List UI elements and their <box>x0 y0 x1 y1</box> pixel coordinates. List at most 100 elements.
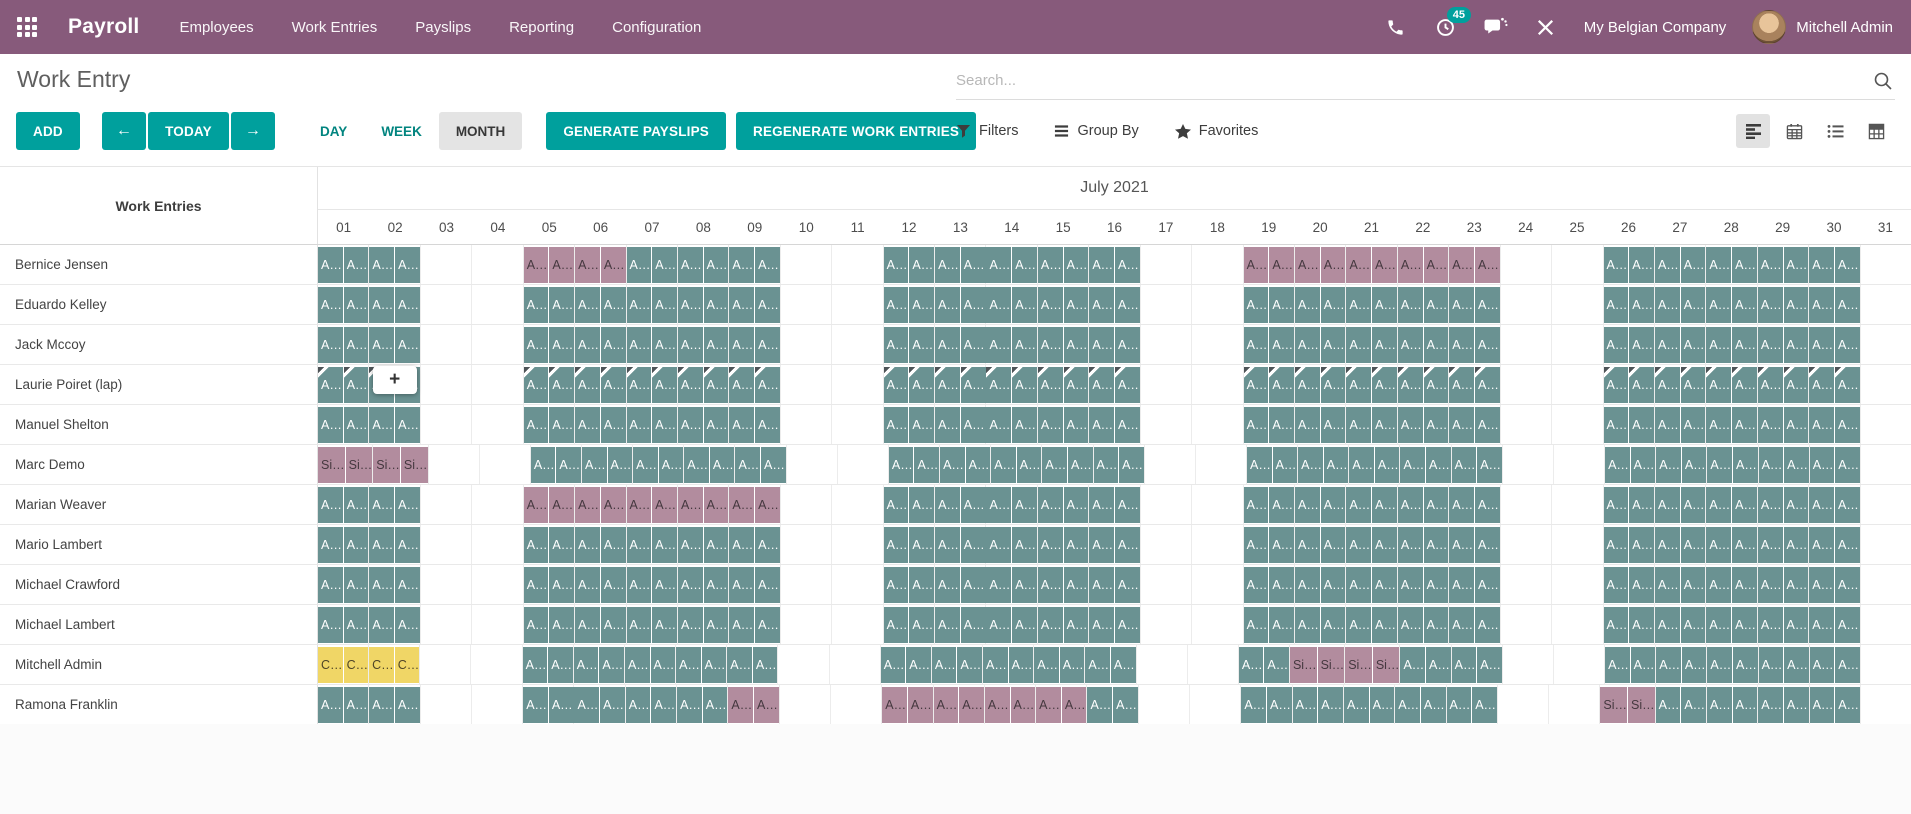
work-entry-pill-attendance_conflict[interactable]: A… <box>1372 367 1397 403</box>
menu-work-entries[interactable]: Work Entries <box>292 19 378 36</box>
work-entry-pill-attendance[interactable]: A… <box>1475 567 1500 603</box>
work-entry-pill-attendance[interactable]: A… <box>1372 527 1397 563</box>
work-entry-pill-attendance_conflict[interactable]: A… <box>1732 367 1757 403</box>
day-cell[interactable]: A…A… <box>1298 445 1349 484</box>
day-cell[interactable] <box>1501 605 1552 644</box>
work-entry-pill-attendance[interactable]: A… <box>935 607 960 643</box>
day-cell[interactable]: A…A… <box>729 525 780 564</box>
work-entry-pill-attendance[interactable]: A… <box>1629 327 1654 363</box>
day-cell[interactable]: A…A… <box>1349 445 1400 484</box>
work-entry-pill-attendance[interactable]: A… <box>1784 287 1809 323</box>
work-entry-pill-attendance[interactable]: A… <box>957 647 982 683</box>
day-cell[interactable] <box>832 525 883 564</box>
work-entry-pill-attendance[interactable]: A… <box>1370 687 1395 723</box>
work-entry-pill-attendance[interactable]: A… <box>1784 407 1809 443</box>
day-cell[interactable] <box>1141 525 1192 564</box>
day-cell[interactable] <box>832 405 883 444</box>
next-arrow-button[interactable]: → <box>231 112 275 150</box>
day-cell[interactable] <box>1861 685 1911 724</box>
work-entry-pill-attendance[interactable]: A… <box>1398 327 1423 363</box>
work-entry-pill-attendance[interactable]: A… <box>704 407 729 443</box>
day-cell[interactable] <box>1137 645 1188 684</box>
work-entry-pill-attendance[interactable]: A… <box>1758 287 1783 323</box>
day-cell[interactable]: A…A… <box>524 245 575 284</box>
work-entry-pill-attendance[interactable]: A… <box>549 287 574 323</box>
work-entry-pill-attendance[interactable]: A… <box>1452 447 1477 483</box>
work-entry-pill-attendance[interactable]: A… <box>884 567 909 603</box>
day-cell[interactable]: A…A… <box>884 365 935 404</box>
work-entry-pill-attendance[interactable]: A… <box>1398 567 1423 603</box>
day-cell[interactable] <box>1141 565 1192 604</box>
day-cell[interactable]: A…A… <box>626 685 677 724</box>
day-cell[interactable]: A…A… <box>1293 685 1344 724</box>
day-cell[interactable] <box>1552 365 1603 404</box>
day-cell[interactable]: A…A… <box>1655 485 1706 524</box>
work-entry-pill-attendance[interactable]: A… <box>395 487 420 523</box>
day-cell[interactable]: A…A… <box>729 405 780 444</box>
work-entry-pill-attendance[interactable]: A… <box>1835 287 1860 323</box>
work-entry-pill-attendance[interactable]: A… <box>935 527 960 563</box>
day-cell[interactable]: A…A… <box>1604 285 1655 324</box>
work-entry-pill-attendance[interactable]: A… <box>1269 287 1294 323</box>
work-entry-pill-attendance[interactable]: A… <box>1477 647 1502 683</box>
work-entry-pill-attendance[interactable]: A… <box>1064 527 1089 563</box>
work-entry-pill-attendance[interactable]: A… <box>600 687 625 723</box>
work-entry-pill-attendance[interactable]: A… <box>961 487 986 523</box>
work-entry-pill-attendance[interactable]: A… <box>524 287 549 323</box>
work-entry-pill-attendance[interactable]: A… <box>678 407 703 443</box>
work-entry-pill-attendance[interactable]: A… <box>1682 647 1707 683</box>
work-entry-pill-leave[interactable]: A… <box>882 687 907 723</box>
work-entry-pill-attendance[interactable]: A… <box>652 527 677 563</box>
day-cell[interactable]: Si…Si… <box>1600 685 1655 724</box>
day-cell[interactable]: A…A… <box>884 285 935 324</box>
day-cell[interactable] <box>781 565 832 604</box>
work-entry-pill-sick[interactable]: Si… <box>1628 687 1655 723</box>
work-entry-pill-attendance[interactable]: A… <box>1835 527 1860 563</box>
day-cell[interactable]: A…A… <box>1707 685 1758 724</box>
day-cell[interactable]: A…A… <box>1038 325 1089 364</box>
work-entry-pill-attendance[interactable]: A… <box>369 607 394 643</box>
day-cell[interactable] <box>1501 365 1552 404</box>
work-entry-pill-attendance[interactable]: A… <box>1706 487 1731 523</box>
day-cell[interactable]: A…A… <box>1398 605 1449 644</box>
day-cell[interactable] <box>781 325 832 364</box>
work-entry-pill-attendance[interactable]: A… <box>627 247 652 283</box>
day-cell[interactable] <box>421 405 472 444</box>
day-cell[interactable] <box>781 605 832 644</box>
day-cell[interactable]: A…A… <box>935 565 986 604</box>
day-cell[interactable]: A…A… <box>1244 525 1295 564</box>
day-cell[interactable]: A…A… <box>1038 485 1089 524</box>
work-entry-pill-attendance[interactable]: A… <box>1629 567 1654 603</box>
day-cell[interactable]: A…A… <box>1706 485 1757 524</box>
day-cell[interactable]: A…A…+ <box>369 365 420 404</box>
work-entry-pill-leave[interactable]: A… <box>1424 247 1449 283</box>
work-entry-pill-attendance[interactable]: A… <box>1295 487 1320 523</box>
work-entry-pill-attendance[interactable]: A… <box>344 567 369 603</box>
day-cell[interactable]: A…A… <box>678 245 729 284</box>
work-entry-pill-attendance[interactable]: A… <box>1784 607 1809 643</box>
work-entry-pill-leave[interactable]: A… <box>678 487 703 523</box>
work-entry-pill-attendance[interactable]: A… <box>395 687 420 723</box>
day-cell[interactable]: A…A… <box>1346 405 1397 444</box>
day-cell[interactable] <box>472 685 523 724</box>
work-entry-pill-leave[interactable]: A… <box>908 687 933 723</box>
work-entry-pill-attendance[interactable]: A… <box>1424 607 1449 643</box>
work-entry-pill-attendance[interactable]: A… <box>369 487 394 523</box>
day-cell[interactable]: A…A… <box>369 245 420 284</box>
day-cell[interactable]: A…A… <box>1809 565 1860 604</box>
day-cell[interactable]: A…A… <box>1038 525 1089 564</box>
day-cell[interactable]: A…A… <box>1758 245 1809 284</box>
work-entry-pill-attendance[interactable]: A… <box>627 567 652 603</box>
work-entry-pill-attendance[interactable]: A… <box>1244 407 1269 443</box>
work-entry-pill-attendance[interactable]: A… <box>344 687 369 723</box>
work-entry-pill-attendance[interactable]: A… <box>909 607 934 643</box>
day-cell[interactable]: A…A… <box>1656 645 1707 684</box>
day-cell[interactable]: A…A… <box>1449 365 1500 404</box>
day-cell[interactable] <box>1861 645 1911 684</box>
day-cell[interactable]: A…A… <box>369 285 420 324</box>
work-entry-pill-attendance[interactable]: A… <box>1449 487 1474 523</box>
work-entry-pill-attendance[interactable]: A… <box>1244 607 1269 643</box>
work-entry-pill-attendance_conflict[interactable]: A… <box>1244 367 1269 403</box>
work-entry-pill-attendance_conflict[interactable]: A… <box>678 367 703 403</box>
day-cell[interactable]: A…A… <box>1758 365 1809 404</box>
